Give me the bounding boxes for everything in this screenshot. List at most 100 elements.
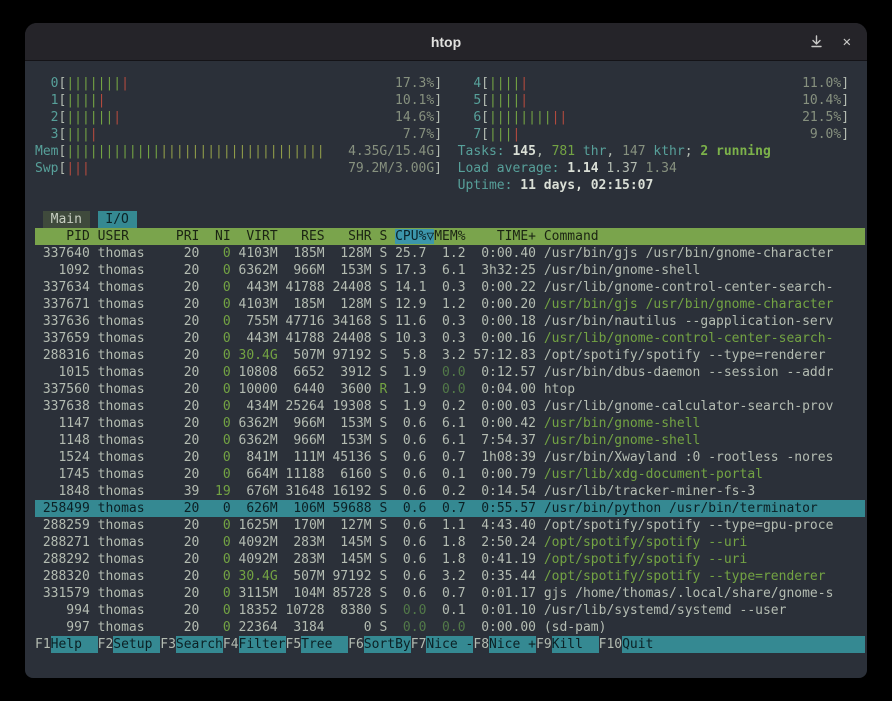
column-header-res[interactable]: RES: [286, 229, 333, 244]
function-label-f1[interactable]: Help: [51, 636, 98, 653]
process-row[interactable]: 337659 thomas 20 0 443M 41788 24408 S 10…: [35, 330, 865, 347]
process-row[interactable]: 337640 thomas 20 0 4103M 185M 128M S 25.…: [35, 245, 865, 262]
function-label-f10[interactable]: Quit: [622, 636, 669, 653]
titlebar[interactable]: htop ✕: [25, 23, 867, 61]
cell-res: 966M: [286, 263, 333, 278]
meter-line: Uptime: 11 days, 02:15:07: [35, 177, 857, 194]
column-header-cpu[interactable]: CPU%▽: [395, 229, 434, 244]
column-header-pid[interactable]: PID: [35, 229, 98, 244]
process-row[interactable]: 337671 thomas 20 0 4103M 185M 128M S 12.…: [35, 296, 865, 313]
process-row[interactable]: 288320 thomas 20 0 30.4G 507M 97192 S 0.…: [35, 568, 865, 585]
cell-ni: 0: [207, 246, 238, 261]
tasks-summary: Tasks: 145, 781 thr, 147 kthr; 2 running: [458, 144, 771, 159]
process-row[interactable]: 337560 thomas 20 0 10000 6440 3600 R 1.9…: [35, 381, 865, 398]
function-key-f7[interactable]: F7: [411, 636, 427, 653]
cell-shr: 97192: [332, 569, 379, 584]
function-key-f4[interactable]: F4: [223, 636, 239, 653]
cell-user: thomas: [98, 569, 176, 584]
process-row[interactable]: 288292 thomas 20 0 4092M 283M 145M S 0.6…: [35, 551, 865, 568]
meter-line: 3[|||| 7.7%] 7[|||| 9.0%]: [35, 126, 857, 143]
process-row[interactable]: 1015 thomas 20 0 10808 6652 3912 S 1.9 0…: [35, 364, 865, 381]
cell-time: 0:41.19: [473, 552, 543, 567]
process-row[interactable]: 1147 thomas 20 0 6362M 966M 153M S 0.6 6…: [35, 415, 865, 432]
cell-user: thomas: [98, 297, 176, 312]
meter-value: 17.3%: [395, 76, 434, 91]
cell-pri: 20: [176, 297, 207, 312]
cell-pri: 20: [176, 535, 207, 550]
column-header-mem[interactable]: MEM%: [434, 229, 473, 244]
function-key-f10[interactable]: F10: [599, 636, 622, 653]
cell-ni: 0: [207, 450, 238, 465]
process-row[interactable]: 337634 thomas 20 0 443M 41788 24408 S 14…: [35, 279, 865, 296]
cell-time: 0:00.03: [473, 399, 543, 414]
function-key-f5[interactable]: F5: [286, 636, 302, 653]
process-row[interactable]: 288271 thomas 20 0 4092M 283M 145M S 0.6…: [35, 534, 865, 551]
function-key-f8[interactable]: F8: [473, 636, 489, 653]
function-key-f9[interactable]: F9: [536, 636, 552, 653]
process-row[interactable]: 331579 thomas 20 0 3115M 104M 85728 S 0.…: [35, 585, 865, 602]
function-label-f4[interactable]: Filter: [239, 636, 286, 653]
cell-cpu: 0.6: [395, 535, 434, 550]
process-row[interactable]: 1092 thomas 20 0 6362M 966M 153M S 17.3 …: [35, 262, 865, 279]
download-icon[interactable]: [810, 35, 823, 48]
close-button[interactable]: ✕: [843, 35, 851, 49]
column-header-cmd[interactable]: Command: [544, 229, 865, 244]
cell-cpu: 14.1: [395, 280, 434, 295]
meter-bracket: ]: [841, 76, 849, 91]
cell-pid: 288259: [35, 518, 98, 533]
function-label-f8[interactable]: Nice +: [489, 636, 536, 653]
cell-time: 0:00.42: [473, 416, 543, 431]
function-key-f3[interactable]: F3: [160, 636, 176, 653]
cell-pri: 20: [176, 365, 207, 380]
column-header-time[interactable]: TIME+: [473, 229, 543, 244]
process-row[interactable]: 337636 thomas 20 0 755M 47716 34168 S 11…: [35, 313, 865, 330]
process-row[interactable]: 1848 thomas 39 19 676M 31648 16192 S 0.6…: [35, 483, 865, 500]
column-header-virt[interactable]: VIRT: [239, 229, 286, 244]
column-header-s[interactable]: S: [379, 229, 395, 244]
function-label-f9[interactable]: Kill: [552, 636, 599, 653]
cell-time: 2:50.24: [473, 535, 543, 550]
function-label-f5[interactable]: Tree: [301, 636, 348, 653]
cell-res: 507M: [286, 569, 333, 584]
cell-shr: 3912: [332, 365, 379, 380]
process-row[interactable]: 288316 thomas 20 0 30.4G 507M 97192 S 5.…: [35, 347, 865, 364]
column-header-user[interactable]: USER: [98, 229, 176, 244]
column-header-pri[interactable]: PRI: [176, 229, 207, 244]
function-label-f3[interactable]: Search: [176, 636, 223, 653]
function-key-f1[interactable]: F1: [35, 636, 51, 653]
meter-empty-slot: [35, 178, 442, 193]
process-row[interactable]: 1524 thomas 20 0 841M 111M 45136 S 0.6 0…: [35, 449, 865, 466]
swap-meter: Swp[||| 79.2M/3.00G]: [35, 161, 442, 176]
cell-pri: 20: [176, 433, 207, 448]
process-row[interactable]: 288259 thomas 20 0 1625M 170M 127M S 0.6…: [35, 517, 865, 534]
process-row[interactable]: 1745 thomas 20 0 664M 11188 6160 S 0.6 0…: [35, 466, 865, 483]
meter-bracket: ]: [841, 127, 849, 142]
cell-pid: 288316: [35, 348, 98, 363]
meter-bar-segment: |||: [489, 127, 512, 142]
process-row-selected[interactable]: 258499 thomas 20 0 626M 106M 59688 S 0.6…: [35, 500, 865, 517]
process-row[interactable]: 337638 thomas 20 0 434M 25264 19308 S 1.…: [35, 398, 865, 415]
column-header-ni[interactable]: NI: [207, 229, 238, 244]
function-key-f6[interactable]: F6: [348, 636, 364, 653]
process-row[interactable]: 1148 thomas 20 0 6362M 966M 153M S 0.6 6…: [35, 432, 865, 449]
cell-virt: 22364: [239, 620, 286, 635]
column-header-shr[interactable]: SHR: [332, 229, 379, 244]
function-label-f2[interactable]: Setup: [113, 636, 160, 653]
memory-meter: Mem[||||||||||||||||||||||||||||||||| 4.…: [35, 144, 442, 159]
function-key-f2[interactable]: F2: [98, 636, 114, 653]
process-row[interactable]: 994 thomas 20 0 18352 10728 8380 S 0.0 0…: [35, 602, 865, 619]
cell-cpu: 0.6: [395, 552, 434, 567]
cell-user: thomas: [98, 484, 176, 499]
htop-screen: 0[|||||||| 17.3%] 4[||||| 11.0%] 1[|||||…: [25, 61, 867, 653]
tab-io[interactable]: I/O: [98, 211, 137, 228]
meter-bar-segment: ||||||: [66, 110, 113, 125]
function-label-f6[interactable]: SortBy: [364, 636, 411, 653]
cell-mem: 3.2: [434, 569, 473, 584]
cell-pid: 331579: [35, 586, 98, 601]
cell-res: 11188: [286, 467, 333, 482]
process-row[interactable]: 997 thomas 20 0 22364 3184 0 S 0.0 0.0 0…: [35, 619, 865, 636]
function-label-f7[interactable]: Nice -: [426, 636, 473, 653]
tab-main[interactable]: Main: [43, 211, 90, 228]
cell-user: thomas: [98, 467, 176, 482]
cell-s: S: [379, 314, 395, 329]
